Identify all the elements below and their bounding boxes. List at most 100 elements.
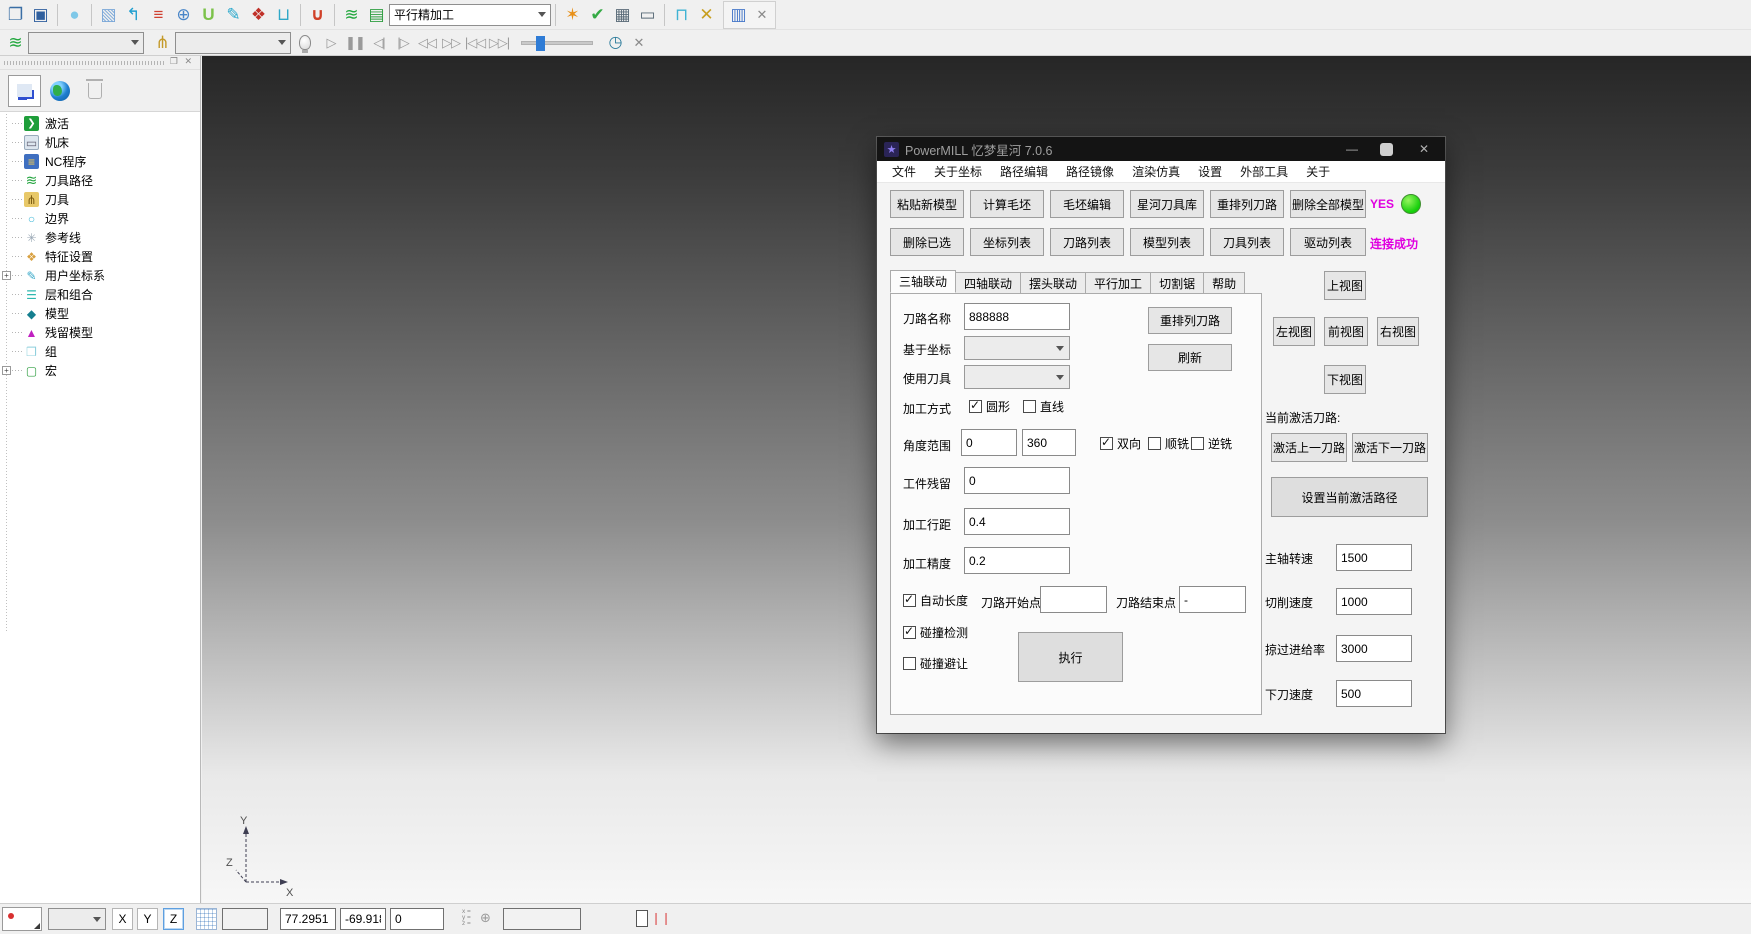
collision-avoid-option[interactable]: 碰撞避让 xyxy=(903,655,968,672)
fast-forward-button[interactable]: ▷▷ xyxy=(439,32,463,54)
view-top-button[interactable]: 上视图 xyxy=(1324,271,1366,300)
step-forward-button[interactable]: |▷ xyxy=(391,32,415,54)
tolerance-field[interactable] xyxy=(964,547,1070,574)
featureset-icon[interactable]: ❖ xyxy=(246,3,271,27)
boundary-icon[interactable]: U xyxy=(196,3,221,27)
set-active-path-button[interactable]: 设置当前激活路径 xyxy=(1271,477,1428,517)
tree-item-tools[interactable]: ⋔刀具 xyxy=(0,190,200,209)
tree-item-levels-sets[interactable]: ☰层和组合 xyxy=(0,285,200,304)
tab-help[interactable]: 帮助 xyxy=(1203,272,1245,293)
tree-item-macros[interactable]: +▢宏 xyxy=(0,361,200,380)
auto-length-checkbox[interactable] xyxy=(903,594,916,607)
tab-3axis[interactable]: 三轴联动 xyxy=(890,270,956,293)
toolpath-name-field[interactable] xyxy=(964,303,1070,330)
start-point-field[interactable] xyxy=(1040,586,1107,613)
sim-toolbar-close-icon[interactable]: ✕ xyxy=(628,31,650,55)
menu-file[interactable]: 文件 xyxy=(883,161,925,183)
maximize-button[interactable] xyxy=(1369,137,1403,161)
step-back-button[interactable]: ◁| xyxy=(367,32,391,54)
toolpath-list-icon[interactable]: ▤ xyxy=(364,3,389,27)
circle-checkbox[interactable] xyxy=(969,400,982,413)
tree-item-patterns[interactable]: ✳参考线 xyxy=(0,228,200,247)
stepover-field[interactable] xyxy=(964,508,1070,535)
tab-explorer-tree[interactable] xyxy=(8,75,41,107)
climb-option[interactable]: 顺铣 xyxy=(1148,435,1189,452)
angle-to-field[interactable] xyxy=(1022,429,1076,456)
slider-thumb[interactable] xyxy=(536,36,545,51)
sim-tool-combo[interactable] xyxy=(175,32,291,54)
minimize-button[interactable]: — xyxy=(1335,137,1369,161)
bidirectional-checkbox[interactable] xyxy=(1100,437,1113,450)
tree-item-nc-program[interactable]: ≡NC程序 xyxy=(0,152,200,171)
view-front-button[interactable]: 前视图 xyxy=(1324,317,1368,346)
tree-item-boundaries[interactable]: ○边界 xyxy=(0,209,200,228)
coord-list-button[interactable]: 坐标列表 xyxy=(970,228,1044,256)
tool-block-icon[interactable]: ⊔ xyxy=(271,3,296,27)
tree-item-workplanes[interactable]: +✎用户坐标系 xyxy=(0,266,200,285)
menu-path-edit[interactable]: 路径编辑 xyxy=(991,161,1057,183)
menu-render-sim[interactable]: 渲染仿真 xyxy=(1123,161,1189,183)
paste-model-button[interactable]: 粘贴新模型 xyxy=(890,190,964,218)
coordinate-z-field[interactable] xyxy=(390,908,444,930)
block-icon[interactable]: ▧ xyxy=(96,3,121,27)
line-option[interactable]: 直线 xyxy=(1023,398,1064,415)
open-file-icon[interactable]: ❐ xyxy=(3,3,28,27)
toolpath-strategy-icon[interactable]: ↰ xyxy=(121,3,146,27)
machining-strategy-combo[interactable]: 平行精加工 xyxy=(389,4,551,26)
delete-all-models-button[interactable]: 删除全部模型 xyxy=(1290,190,1366,218)
axis-z-button[interactable]: Z xyxy=(163,908,184,930)
collision-star-icon[interactable]: ✶ xyxy=(560,3,585,27)
verify-check-icon[interactable]: ✔ xyxy=(585,3,610,27)
panel-close-icon[interactable]: ✕ xyxy=(184,56,192,67)
play-button[interactable]: ▷ xyxy=(319,32,343,54)
base-coord-combo[interactable] xyxy=(964,336,1070,360)
calculator-icon[interactable]: ▦ xyxy=(610,3,635,27)
refresh-button[interactable]: 刷新 xyxy=(1148,344,1232,371)
expand-icon[interactable]: + xyxy=(2,271,11,280)
toolpath-spring-icon[interactable]: ≋ xyxy=(339,3,364,27)
grid-toggle-button[interactable] xyxy=(196,908,217,930)
angle-from-field[interactable] xyxy=(961,429,1017,456)
calc-stock-button[interactable]: 计算毛坯 xyxy=(970,190,1044,218)
statusbar-combo[interactable] xyxy=(48,908,106,930)
tool-pair-icon[interactable]: ⊓ xyxy=(669,3,694,27)
collision-avoid-checkbox[interactable] xyxy=(903,657,916,670)
tree-item-machine[interactable]: ▭机床 xyxy=(0,133,200,152)
spindle-speed-field[interactable] xyxy=(1336,544,1412,571)
tab-web[interactable] xyxy=(43,75,76,107)
menu-coords[interactable]: 关于坐标 xyxy=(925,161,991,183)
activate-prev-button[interactable]: 激活上一刀路 xyxy=(1271,433,1347,462)
save-icon[interactable]: ▣ xyxy=(28,3,53,27)
viewport-nav-box[interactable] xyxy=(2,907,42,931)
menu-external-tools[interactable]: 外部工具 xyxy=(1231,161,1297,183)
end-point-field[interactable] xyxy=(1179,586,1246,613)
plunge-speed-field[interactable] xyxy=(1336,680,1412,707)
tool-ball-icon[interactable]: ⊕ xyxy=(171,3,196,27)
tool-library-button[interactable]: 星河刀具库 xyxy=(1130,190,1204,218)
collision-check-checkbox[interactable] xyxy=(903,626,916,639)
line-checkbox[interactable] xyxy=(1023,400,1036,413)
toolbar-close-icon[interactable]: ✕ xyxy=(751,3,773,27)
skim-feed-field[interactable] xyxy=(1336,635,1412,662)
tree-item-models[interactable]: ◆模型 xyxy=(0,304,200,323)
view-left-button[interactable]: 左视图 xyxy=(1273,317,1315,346)
tree-item-feature-sets[interactable]: ❖特征设置 xyxy=(0,247,200,266)
circle-option[interactable]: 圆形 xyxy=(969,398,1010,415)
stock-remain-field[interactable] xyxy=(964,467,1070,494)
reorder-toolpaths-button[interactable]: 重排列刀路 xyxy=(1210,190,1284,218)
clock-icon[interactable]: ◷ xyxy=(603,31,628,55)
axis-x-button[interactable]: X xyxy=(112,908,133,930)
activate-next-button[interactable]: 激活下一刀路 xyxy=(1352,433,1428,462)
auto-length-option[interactable]: 自动长度 xyxy=(903,592,968,609)
menu-about[interactable]: 关于 xyxy=(1297,161,1339,183)
tree-item-stock-models[interactable]: ▲残留模型 xyxy=(0,323,200,342)
tolerance-field[interactable] xyxy=(503,908,581,930)
expand-icon[interactable]: + xyxy=(2,366,11,375)
climb-checkbox[interactable] xyxy=(1148,437,1161,450)
drive-list-button[interactable]: 驱动列表 xyxy=(1290,228,1366,256)
pattern-pencil-icon[interactable]: ✎ xyxy=(221,3,246,27)
rewind-button[interactable]: ◁◁ xyxy=(415,32,439,54)
dock-window-icon[interactable]: ❐ xyxy=(170,56,178,67)
sim-toolpath-combo[interactable] xyxy=(28,32,144,54)
pause-button[interactable]: ❚❚ xyxy=(343,32,367,54)
